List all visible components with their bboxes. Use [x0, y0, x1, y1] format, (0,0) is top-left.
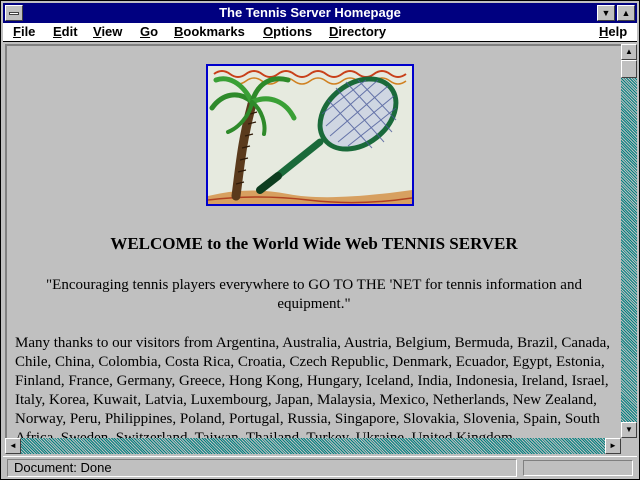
page-heading: WELCOME to the World Wide Web TENNIS SER…	[110, 234, 518, 253]
scroll-up-button[interactable]: ▲	[621, 44, 637, 60]
menu-directory[interactable]: Directory	[329, 24, 386, 40]
maximize-button[interactable]: ▲	[617, 5, 635, 21]
vertical-scrollbar[interactable]: ▲ ▼	[621, 44, 637, 438]
menu-options[interactable]: Options	[263, 24, 312, 40]
menu-bookmarks[interactable]: Bookmarks	[174, 24, 245, 40]
system-menu-icon	[9, 12, 19, 15]
scroll-right-button[interactable]: ►	[605, 438, 621, 454]
palm-and-racket-image	[208, 66, 412, 204]
menu-edit[interactable]: Edit	[53, 24, 78, 40]
vertical-scroll-thumb[interactable]	[621, 60, 637, 78]
tagline-quote: "Encouraging tennis players everywhere t…	[46, 277, 582, 312]
scroll-left-icon: ◄	[9, 441, 17, 450]
horizontal-scrollbar[interactable]: ◄ ►	[5, 438, 621, 454]
window-title: The Tennis Server Homepage	[219, 5, 401, 20]
page-viewport[interactable]: WELCOME to the World Wide Web TENNIS SER…	[5, 44, 621, 438]
progress-indicator	[523, 460, 633, 476]
menu-help[interactable]: Help	[599, 24, 627, 40]
menu-go[interactable]: Go	[140, 24, 158, 40]
menu-file[interactable]: File	[13, 24, 35, 40]
system-menu-button[interactable]	[5, 5, 23, 21]
scroll-right-icon: ►	[609, 441, 617, 450]
scroll-down-icon: ▼	[625, 425, 633, 434]
status-bar: Document: Done	[3, 456, 637, 478]
menu-view[interactable]: View	[93, 24, 122, 40]
maximize-icon: ▲	[621, 8, 631, 18]
scrollbar-corner	[621, 438, 637, 454]
scroll-down-button[interactable]: ▼	[621, 422, 637, 438]
minimize-icon: ▼	[601, 8, 611, 18]
scroll-left-button[interactable]: ◄	[5, 438, 21, 454]
visitor-countries-text: Many thanks to our visitors from Argenti…	[15, 335, 611, 438]
status-message: Document: Done	[7, 459, 517, 477]
title-bar[interactable]: The Tennis Server Homepage ▼ ▲	[3, 3, 637, 23]
browser-window: The Tennis Server Homepage ▼ ▲ File Edit…	[0, 0, 640, 480]
minimize-button[interactable]: ▼	[597, 5, 615, 21]
tennis-server-logo[interactable]	[206, 64, 414, 206]
menu-bar: File Edit View Go Bookmarks Options Dire…	[3, 23, 637, 42]
scroll-up-icon: ▲	[625, 47, 633, 56]
